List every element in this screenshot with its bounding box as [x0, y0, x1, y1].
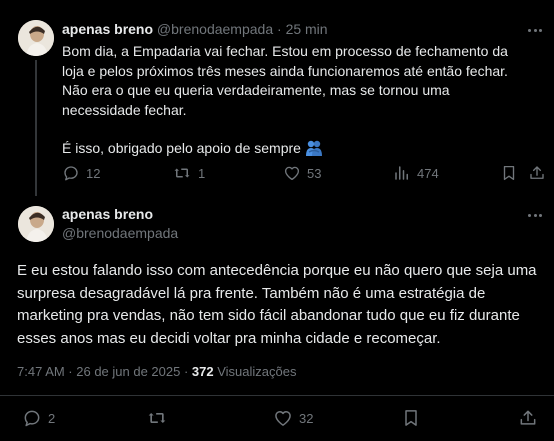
reply-button[interactable]: 12 [62, 164, 100, 182]
bookmark-button[interactable] [500, 164, 518, 182]
avatar[interactable] [18, 206, 54, 242]
reply-count: 12 [86, 165, 101, 181]
views-label: Visualizações [213, 364, 297, 379]
views-count: 372 [191, 364, 214, 379]
tweet-actions: 12 1 53 474 [0, 164, 554, 184]
author-handle[interactable]: @brenodaempada [62, 225, 178, 242]
reply-button[interactable]: 2 [22, 408, 55, 428]
tweet-header: apenas breno @brenodaempada · 25 min [62, 21, 328, 38]
like-count: 32 [299, 410, 314, 426]
author-name[interactable]: apenas breno [62, 21, 153, 37]
tweet-actions: 2 32 [0, 408, 554, 430]
share-icon [520, 410, 536, 425]
tweet-paragraph: Bom dia, a Empadaria vai fechar. Estou e… [62, 43, 508, 118]
share-icon [530, 166, 544, 179]
views-count: 474 [417, 165, 439, 181]
tweet-meta: 7:47 AM · 26 de jun de 2025 · 372 Visual… [17, 363, 296, 380]
tweet-paragraph-text: É isso, obrigado pelo apoio de sempre [62, 140, 301, 156]
tweet-timestamp[interactable]: 7:47 AM · 26 de jun de 2025 · [17, 364, 192, 379]
like-button[interactable]: 53 [283, 164, 321, 182]
tweet-time[interactable]: 25 min [286, 21, 328, 37]
reply-count: 2 [48, 410, 56, 426]
tweet-text: Bom dia, a Empadaria vai fechar. Estou e… [62, 42, 532, 162]
repost-icon [148, 413, 166, 423]
author-handle[interactable]: @brenodaempada [157, 21, 273, 37]
like-icon [284, 166, 300, 181]
views-icon [395, 166, 408, 180]
divider [0, 195, 554, 196]
tweet-paragraph: É isso, obrigado pelo apoio de sempre [62, 139, 532, 162]
more-icon[interactable] [525, 22, 545, 38]
tweet-text: E eu estou falando isso com antecedência… [17, 262, 537, 347]
repost-button[interactable] [146, 408, 168, 428]
like-count: 53 [307, 165, 322, 181]
reply-icon [64, 166, 78, 181]
bookmark-icon [405, 410, 417, 426]
repost-button[interactable]: 1 [172, 164, 205, 182]
repost-count: 1 [198, 165, 206, 181]
author-name[interactable]: apenas breno [62, 206, 153, 223]
views-button[interactable]: 474 [393, 164, 439, 182]
hug-emoji [305, 140, 323, 162]
repost-icon [174, 168, 190, 178]
bookmark-icon [503, 165, 515, 181]
more-icon[interactable] [525, 207, 545, 223]
reply-icon [24, 410, 40, 427]
bookmark-button[interactable] [401, 408, 421, 428]
like-button[interactable]: 32 [273, 408, 313, 428]
separator-dot: · [277, 21, 282, 37]
divider [0, 395, 554, 396]
share-button[interactable] [518, 408, 538, 428]
avatar[interactable] [18, 20, 54, 56]
like-icon [275, 411, 291, 426]
share-button[interactable] [528, 164, 546, 182]
